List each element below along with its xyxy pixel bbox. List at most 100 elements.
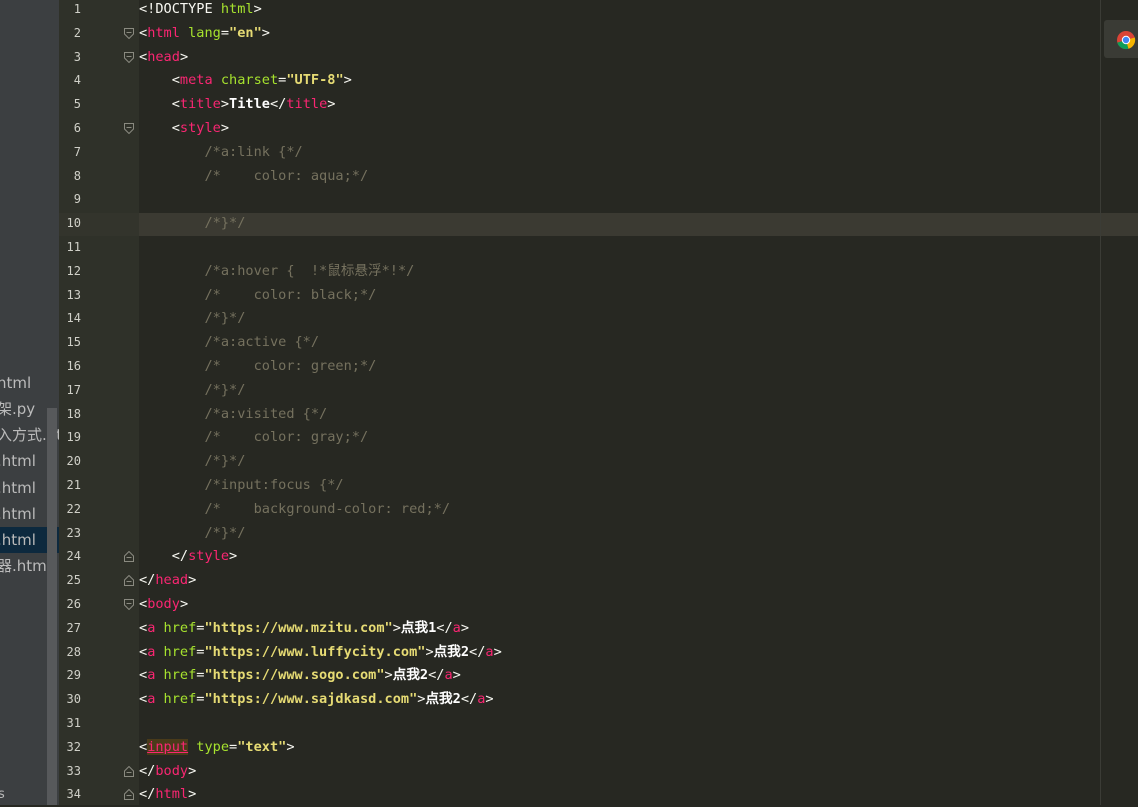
- code-line[interactable]: /*}*/: [139, 450, 245, 474]
- code-line[interactable]: </body>: [139, 760, 196, 784]
- code-line[interactable]: </html>: [139, 783, 196, 807]
- code-token: >: [253, 1, 262, 17]
- line-number: 17: [66, 382, 81, 397]
- code-token: /* color: green;*/: [139, 358, 377, 374]
- fold-open-icon[interactable]: [124, 51, 134, 63]
- project-panel: html架.py入方式.html.html.html.html.html器.ht…: [0, 0, 59, 805]
- code-token: body: [155, 762, 189, 779]
- code-line[interactable]: /*}*/: [139, 379, 245, 403]
- code-token: meta: [179, 72, 213, 89]
- code-token: <: [139, 667, 148, 684]
- line-number: 33: [66, 763, 81, 778]
- fold-open-icon[interactable]: [124, 599, 134, 610]
- code-token: "en": [229, 24, 262, 41]
- code-token: /*}*/: [139, 381, 246, 398]
- code-line[interactable]: /*a:hover { !*鼠标悬浮*!*/: [139, 260, 414, 284]
- code-line[interactable]: <body>: [139, 593, 188, 617]
- right-margin-guide: [1100, 0, 1101, 805]
- fold-close-icon[interactable]: [124, 765, 134, 777]
- code-token: /* background-color: red;*/: [139, 500, 450, 517]
- code-token: "https://www.luffycity.com": [204, 643, 426, 660]
- code-line[interactable]: <title>Title</title>: [139, 93, 336, 117]
- fold-close-icon[interactable]: [124, 575, 134, 587]
- code-token: /* color: aqua;*/: [139, 167, 369, 184]
- line-number: 5: [73, 97, 81, 112]
- fold-close-icon[interactable]: [124, 551, 134, 563]
- line-number: 12: [66, 263, 81, 278]
- code-line[interactable]: <meta charset="UTF-8">: [139, 69, 352, 93]
- code-editor[interactable]: <!DOCTYPE html> <html lang="en"> <head> <m…: [139, 0, 1138, 805]
- line-number: 15: [66, 335, 81, 350]
- fold-close-icon[interactable]: [124, 789, 134, 801]
- code-line[interactable]: /* color: gray;*/: [139, 426, 368, 450]
- code-token: <: [139, 691, 148, 708]
- code-token: <: [139, 619, 148, 636]
- code-token: lang: [179, 24, 221, 41]
- code-line[interactable]: <a href="https://www.mzitu.com">点我1</a>: [139, 617, 469, 641]
- code-line[interactable]: <a href="https://www.sajdkasd.com">点我2</…: [139, 688, 494, 712]
- code-token: >: [220, 96, 230, 113]
- code-token: >: [425, 643, 434, 660]
- code-token: <: [139, 596, 148, 612]
- code-token: >: [485, 691, 494, 708]
- code-token: >: [179, 596, 189, 612]
- line-number: 16: [66, 359, 81, 373]
- code-token: href: [155, 691, 197, 708]
- code-token: <: [139, 120, 180, 136]
- project-panel-scrollbar[interactable]: [47, 408, 57, 805]
- code-token: /* color: black;*/: [139, 286, 377, 303]
- code-token: 点我2: [433, 643, 470, 660]
- code-line[interactable]: /*a:active {*/: [139, 331, 319, 355]
- line-number: 4: [73, 73, 81, 88]
- project-file-item[interactable]: html: [0, 370, 59, 396]
- code-token: >: [220, 120, 230, 136]
- code-token: head: [147, 48, 180, 65]
- code-token: html: [220, 1, 254, 17]
- code-line[interactable]: <style>: [139, 117, 229, 141]
- code-token: </: [139, 572, 156, 589]
- line-number: 19: [66, 430, 81, 445]
- code-token: >: [261, 24, 270, 41]
- code-line[interactable]: <a href="https://www.sogo.com">点我2</a>: [139, 664, 461, 688]
- code-token: >: [343, 72, 352, 89]
- code-line[interactable]: <input type="text">: [139, 736, 295, 760]
- code-token: /* color: gray;*/: [139, 429, 369, 446]
- code-line[interactable]: /* color: black;*/: [139, 284, 376, 308]
- code-line[interactable]: <a href="https://www.luffycity.com">点我2<…: [139, 641, 502, 665]
- code-line[interactable]: /* color: aqua;*/: [139, 165, 368, 189]
- code-token: /*}*/: [139, 453, 246, 470]
- code-line[interactable]: /* background-color: red;*/: [139, 498, 450, 522]
- fold-open-icon[interactable]: [124, 123, 134, 134]
- code-token: a: [444, 667, 453, 684]
- code-token: <: [139, 48, 148, 65]
- code-token: style: [188, 548, 230, 565]
- chrome-icon[interactable]: [1116, 30, 1136, 50]
- fold-open-icon[interactable]: [124, 27, 134, 39]
- code-line[interactable]: /*a:link {*/: [139, 141, 302, 165]
- code-line[interactable]: /*}*/: [139, 212, 245, 236]
- code-token: 点我2: [425, 691, 461, 708]
- code-line[interactable]: /*}*/: [139, 522, 245, 546]
- line-number: 18: [66, 406, 81, 421]
- code-line[interactable]: /*input:focus {*/: [139, 474, 343, 498]
- code-line[interactable]: /* color: green;*/: [139, 355, 376, 379]
- code-line[interactable]: <!DOCTYPE html>: [139, 0, 262, 22]
- code-token: /*}*/: [139, 215, 246, 232]
- code-token: 点我1: [400, 619, 437, 636]
- code-line[interactable]: <html lang="en">: [139, 22, 270, 46]
- line-number: 7: [73, 144, 81, 159]
- code-token: </: [428, 667, 445, 684]
- line-number: 34: [66, 787, 81, 802]
- code-line[interactable]: </head>: [139, 569, 196, 593]
- code-token: style: [179, 120, 221, 136]
- code-line[interactable]: /*}*/: [139, 307, 245, 331]
- code-line[interactable]: <head>: [139, 46, 188, 70]
- code-token: =: [220, 24, 230, 41]
- line-number: 14: [66, 311, 81, 326]
- line-number: 10: [66, 216, 81, 231]
- code-token: "https://www.sogo.com": [204, 667, 385, 684]
- code-line[interactable]: /*a:visited {*/: [139, 403, 327, 427]
- code-line[interactable]: </style>: [139, 545, 237, 569]
- code-token: html: [147, 24, 180, 41]
- line-number: 30: [66, 692, 81, 707]
